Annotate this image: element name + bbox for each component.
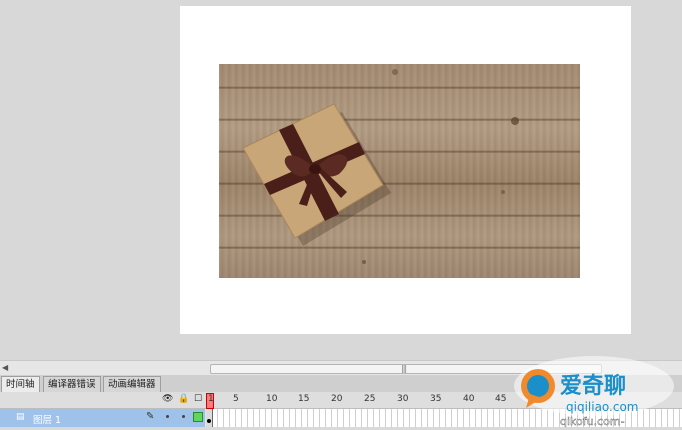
lock-dot[interactable] bbox=[182, 415, 185, 418]
ruler-label: 15 bbox=[298, 394, 310, 404]
outline-color-swatch[interactable] bbox=[193, 412, 203, 422]
lock-icon[interactable]: 🔒 bbox=[178, 394, 189, 405]
ruler-label: 30 bbox=[397, 394, 409, 404]
scrollbar-grip-icon: ||| bbox=[401, 364, 407, 373]
ruler-label: 25 bbox=[364, 394, 376, 404]
visibility-dot[interactable] bbox=[166, 415, 169, 418]
ruler-label: 40 bbox=[463, 394, 475, 404]
watermark-graphic: 爱奇聊 qiqiliao.com qikofu.com- bbox=[514, 356, 674, 428]
ruler-label: 35 bbox=[430, 394, 442, 404]
tab-timeline[interactable]: 时间轴 bbox=[1, 376, 40, 392]
pencil-icon: ✎ bbox=[146, 411, 155, 422]
show-hide-eye-icon[interactable]: 👁 bbox=[162, 394, 173, 405]
scroll-left-arrow-icon[interactable]: ◀ bbox=[2, 363, 8, 372]
watermark-domain: qiqiliao.com bbox=[566, 400, 639, 414]
layer-name-cell[interactable]: ▤ 图层 1 ✎ bbox=[0, 409, 205, 427]
ruler-label: 20 bbox=[331, 394, 343, 404]
ruler-label: 10 bbox=[266, 394, 278, 404]
ruler-label: 1 bbox=[208, 394, 214, 404]
watermark-tagline: qikofu.com- bbox=[560, 415, 625, 427]
ruler-label: 5 bbox=[233, 394, 239, 404]
gift-box-illustration bbox=[242, 69, 519, 264]
stage-workspace[interactable] bbox=[0, 0, 682, 360]
watermark-logo: 爱奇聊 qiqiliao.com qikofu.com- bbox=[508, 348, 680, 428]
layer-name[interactable]: 图层 1 bbox=[33, 412, 61, 426]
layer-icon: ▤ bbox=[16, 412, 25, 422]
tab-motion-editor[interactable]: 动画编辑器 bbox=[103, 376, 161, 392]
keyframe-dot bbox=[207, 419, 211, 423]
ruler-label: 45 bbox=[495, 394, 507, 404]
watermark-brand: 爱奇聊 bbox=[560, 373, 626, 399]
tab-compiler-errors[interactable]: 编译器错误 bbox=[43, 376, 101, 392]
outline-square-icon[interactable]: ☐ bbox=[193, 394, 203, 405]
keyframe-cell[interactable] bbox=[206, 409, 213, 427]
gift-box-photo[interactable] bbox=[219, 64, 580, 278]
